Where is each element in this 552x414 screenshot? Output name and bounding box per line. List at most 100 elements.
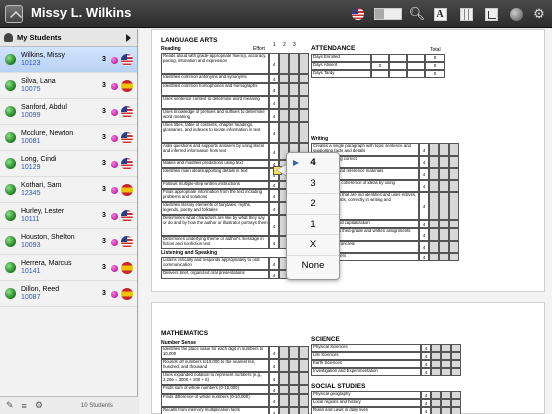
grade-cell[interactable]	[441, 399, 451, 407]
grade-cell[interactable]	[279, 109, 289, 122]
grade-cell[interactable]	[439, 241, 449, 253]
edit-icon[interactable]: ✎	[6, 400, 14, 411]
grade-cell[interactable]	[299, 122, 309, 143]
grade-cell[interactable]	[299, 372, 309, 385]
effort-cell[interactable]: 4	[269, 53, 279, 74]
grade-option[interactable]: 3	[287, 174, 339, 194]
grade-cell[interactable]	[431, 407, 441, 414]
grade-cell[interactable]	[429, 228, 439, 241]
grade-cell[interactable]	[289, 394, 299, 407]
settings-gear-icon[interactable]: ⚙	[532, 6, 546, 22]
effort-cell[interactable]: 4	[269, 236, 279, 249]
home-icon[interactable]	[5, 5, 23, 23]
grid-icon[interactable]	[459, 6, 473, 22]
attendance-cell[interactable]	[371, 54, 389, 62]
globe-icon[interactable]	[509, 6, 523, 22]
grade-cell[interactable]	[451, 391, 461, 399]
zoom-icon[interactable]: 🔍︎	[409, 6, 426, 22]
grade-cell[interactable]	[449, 253, 459, 261]
layout-toggle-icon[interactable]	[373, 6, 403, 22]
grade-cell[interactable]	[439, 168, 449, 180]
student-row[interactable]: Houston, Shelton 10093 3	[0, 229, 137, 255]
grade-cell[interactable]	[279, 385, 289, 394]
sort-icon[interactable]: ≡	[22, 401, 27, 411]
student-row[interactable]: Dillon, Reed 10087 3	[0, 281, 137, 307]
effort-cell[interactable]: 4	[419, 156, 429, 168]
grade-cell[interactable]	[289, 407, 299, 414]
student-row[interactable]: Long, Cindi 10129 3	[0, 151, 137, 177]
grade-cell[interactable]	[439, 143, 449, 156]
language-flag-icon[interactable]	[351, 6, 365, 22]
grade-cell[interactable]	[289, 359, 299, 372]
grade-cell[interactable]	[449, 143, 459, 156]
grade-cell[interactable]	[289, 385, 299, 394]
font-icon[interactable]: A	[433, 6, 447, 22]
grade-cell[interactable]	[289, 53, 299, 74]
effort-cell[interactable]: 4	[419, 241, 429, 253]
effort-cell[interactable]: 4	[421, 391, 431, 399]
effort-cell[interactable]: 4	[419, 180, 429, 192]
grade-cell[interactable]	[279, 394, 289, 407]
grade-cell[interactable]	[431, 360, 441, 368]
grade-cell[interactable]	[449, 241, 459, 253]
grade-cell[interactable]	[451, 368, 461, 376]
effort-cell[interactable]: 4	[421, 368, 431, 376]
grade-cell[interactable]	[299, 359, 309, 372]
grade-cell[interactable]	[299, 385, 309, 394]
grade-cell[interactable]	[279, 346, 289, 359]
grade-cell[interactable]	[441, 360, 451, 368]
grade-cell[interactable]	[289, 83, 299, 96]
attendance-cell[interactable]	[371, 70, 389, 78]
grade-cell[interactable]	[439, 192, 449, 220]
grade-cell[interactable]	[449, 180, 459, 192]
grade-option[interactable]: 2	[287, 194, 339, 215]
expand-arrow-icon[interactable]	[126, 33, 131, 42]
effort-cell[interactable]: 4	[419, 220, 429, 228]
effort-cell[interactable]: 4	[269, 215, 279, 236]
effort-cell[interactable]: 4	[421, 352, 431, 360]
grade-cell[interactable]	[441, 344, 451, 352]
grade-cell[interactable]	[279, 359, 289, 372]
grade-cell[interactable]	[441, 407, 451, 414]
grade-cell[interactable]	[451, 399, 461, 407]
effort-cell[interactable]: 4	[269, 189, 279, 202]
grade-cell[interactable]	[441, 391, 451, 399]
grade-cell[interactable]	[299, 394, 309, 407]
effort-cell[interactable]: 4	[421, 360, 431, 368]
effort-cell[interactable]: 4	[269, 143, 279, 160]
attendance-cell[interactable]	[407, 70, 425, 78]
student-row[interactable]: Sanford, Abdul 10099 3	[0, 99, 137, 125]
grade-cell[interactable]	[439, 156, 449, 168]
grade-cell[interactable]	[429, 253, 439, 261]
effort-cell[interactable]: 4	[419, 143, 429, 156]
grade-cell[interactable]	[431, 352, 441, 360]
grade-cell[interactable]	[279, 122, 289, 143]
grade-cell[interactable]	[451, 407, 461, 414]
grade-cell[interactable]	[289, 346, 299, 359]
grade-cell[interactable]	[289, 122, 299, 143]
grade-cell[interactable]	[429, 180, 439, 192]
grade-cell[interactable]	[299, 109, 309, 122]
attendance-cell[interactable]: 0	[371, 62, 389, 70]
grade-cell[interactable]	[429, 168, 439, 180]
grade-cell[interactable]	[431, 399, 441, 407]
effort-cell[interactable]: 4	[269, 407, 279, 414]
effort-cell[interactable]: 4	[421, 407, 431, 414]
student-row[interactable]: Mcclure, Newton 10081 3	[0, 125, 137, 151]
effort-cell[interactable]: 4	[269, 372, 279, 385]
attendance-cell[interactable]	[389, 70, 407, 78]
grade-cell[interactable]	[279, 372, 289, 385]
effort-cell[interactable]: 4	[269, 122, 279, 143]
effort-cell[interactable]: 4	[269, 74, 279, 83]
grade-cell[interactable]	[449, 192, 459, 220]
grade-cell[interactable]	[429, 192, 439, 220]
student-row[interactable]: Kothari, Sam 12345 3	[0, 177, 137, 203]
grade-cell[interactable]	[279, 96, 289, 109]
grade-cell[interactable]	[429, 156, 439, 168]
grade-cell[interactable]	[299, 346, 309, 359]
grade-cell[interactable]	[449, 168, 459, 180]
grade-cell[interactable]	[299, 83, 309, 96]
chart-icon[interactable]	[484, 6, 498, 22]
grade-cell[interactable]	[299, 96, 309, 109]
effort-cell[interactable]: 4	[419, 168, 429, 180]
